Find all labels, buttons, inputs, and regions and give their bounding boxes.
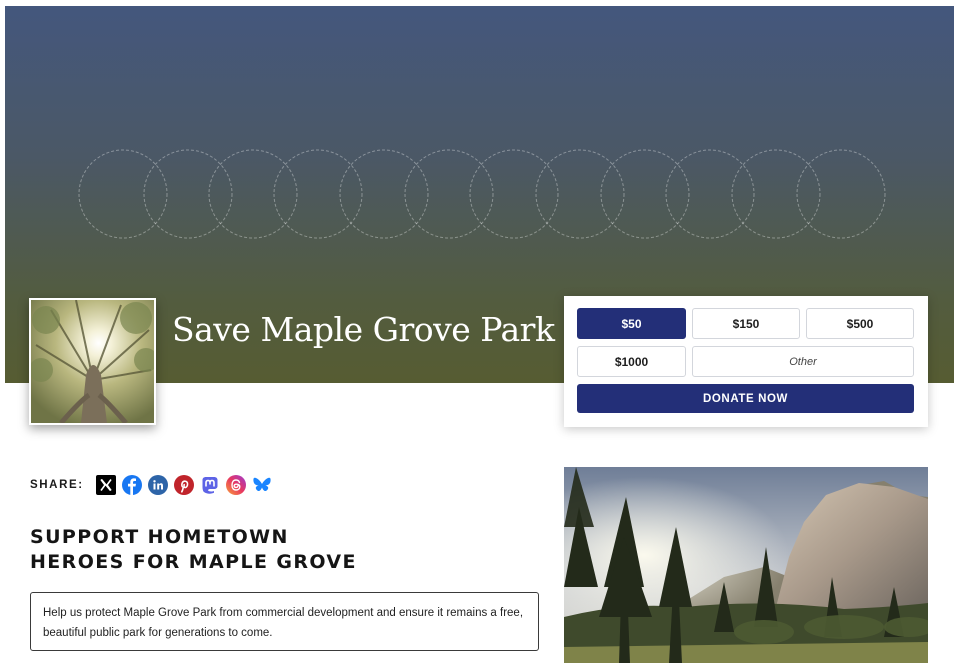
- share-icons: [96, 475, 272, 495]
- granite-cliff-and-pine-forest-photo-icon: [564, 467, 928, 663]
- amount-500-button[interactable]: $500: [806, 308, 914, 339]
- share-label: SHARE:: [30, 479, 84, 491]
- campaign-title: Save Maple Grove Park: [172, 310, 555, 349]
- donate-now-button[interactable]: DONATE NOW: [577, 384, 914, 413]
- bluesky-icon[interactable]: [252, 475, 272, 495]
- donation-panel: $50 $150 $500 $1000 Other DONATE NOW: [564, 296, 928, 427]
- linkedin-icon[interactable]: [148, 475, 168, 495]
- amount-1000-button[interactable]: $1000: [577, 346, 686, 377]
- facebook-icon[interactable]: [122, 475, 142, 495]
- campaign-headline: SUPPORT HOMETOWN HEROES FOR MAPLE GROVE: [30, 525, 430, 575]
- headline-line-2: HEROES FOR MAPLE GROVE: [30, 551, 357, 573]
- campaign-avatar: [29, 298, 156, 425]
- x-icon[interactable]: [96, 475, 116, 495]
- campaign-description: Help us protect Maple Grove Park from co…: [30, 592, 539, 651]
- other-amount-input[interactable]: Other: [692, 346, 914, 377]
- mastodon-icon[interactable]: [200, 475, 220, 495]
- park-photo: [564, 467, 928, 663]
- threads-icon[interactable]: [226, 475, 246, 495]
- pinterest-icon[interactable]: [174, 475, 194, 495]
- tree-photo-icon: [31, 300, 154, 423]
- amount-150-button[interactable]: $150: [692, 308, 800, 339]
- headline-line-1: SUPPORT HOMETOWN: [30, 526, 289, 548]
- amount-50-button[interactable]: $50: [577, 308, 686, 339]
